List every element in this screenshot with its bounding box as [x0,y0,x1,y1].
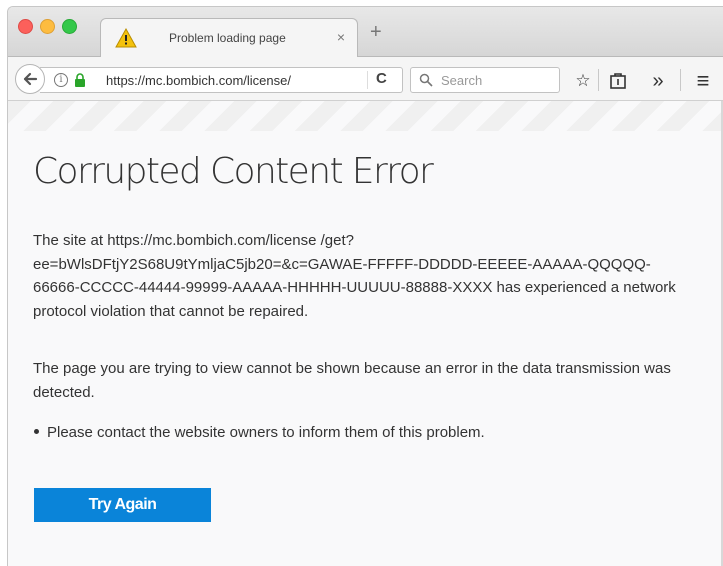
library-icon[interactable] [608,71,628,91]
tab-problem-loading-page[interactable]: Problem loading page × [100,18,358,58]
warning-icon [115,28,137,48]
url-bar[interactable]: i https://mc.bombich.com/license/ C [40,67,403,93]
back-arrow-icon [23,72,38,86]
search-placeholder: Search [441,73,483,88]
search-icon [419,73,433,87]
browser-window: Problem loading page × + i https://mc.bo… [7,6,723,566]
lock-icon[interactable] [74,73,86,87]
navigation-toolbar: i https://mc.bombich.com/license/ C Sear… [8,57,723,101]
list-item: Please contact the website owners to inf… [34,421,485,444]
url-divider [367,71,368,89]
tab-title: Problem loading page [169,31,286,45]
reload-icon[interactable]: C [376,70,387,87]
try-again-button[interactable]: Try Again [34,488,211,522]
overflow-menu-icon[interactable]: » [648,71,668,91]
error-explanation: The page you are trying to view cannot b… [33,360,671,401]
tab-close-icon[interactable]: × [337,29,345,45]
page-title: Corrupted Content Error [33,151,434,192]
toolbar-divider [598,69,599,91]
error-page-stripe-band [8,101,723,131]
minimize-window-button[interactable] [40,19,55,34]
error-description: The site at https://mc.bombich.com/licen… [33,232,676,320]
close-window-button[interactable] [18,19,33,34]
tab-strip: Problem loading page × + [8,7,723,58]
hamburger-menu-icon[interactable]: ≡ [693,70,713,92]
info-icon[interactable]: i [54,73,68,87]
back-button[interactable] [15,64,45,94]
bullet-text: Please contact the website owners to inf… [47,424,485,441]
url-text[interactable]: https://mc.bombich.com/license/ [106,73,360,88]
bookmark-star-icon[interactable]: ☆ [573,71,593,91]
zoom-window-button[interactable] [62,19,77,34]
new-tab-button[interactable]: + [370,22,382,42]
search-input[interactable]: Search [410,67,560,93]
bullet-icon [34,429,39,435]
toolbar-divider [680,69,681,91]
